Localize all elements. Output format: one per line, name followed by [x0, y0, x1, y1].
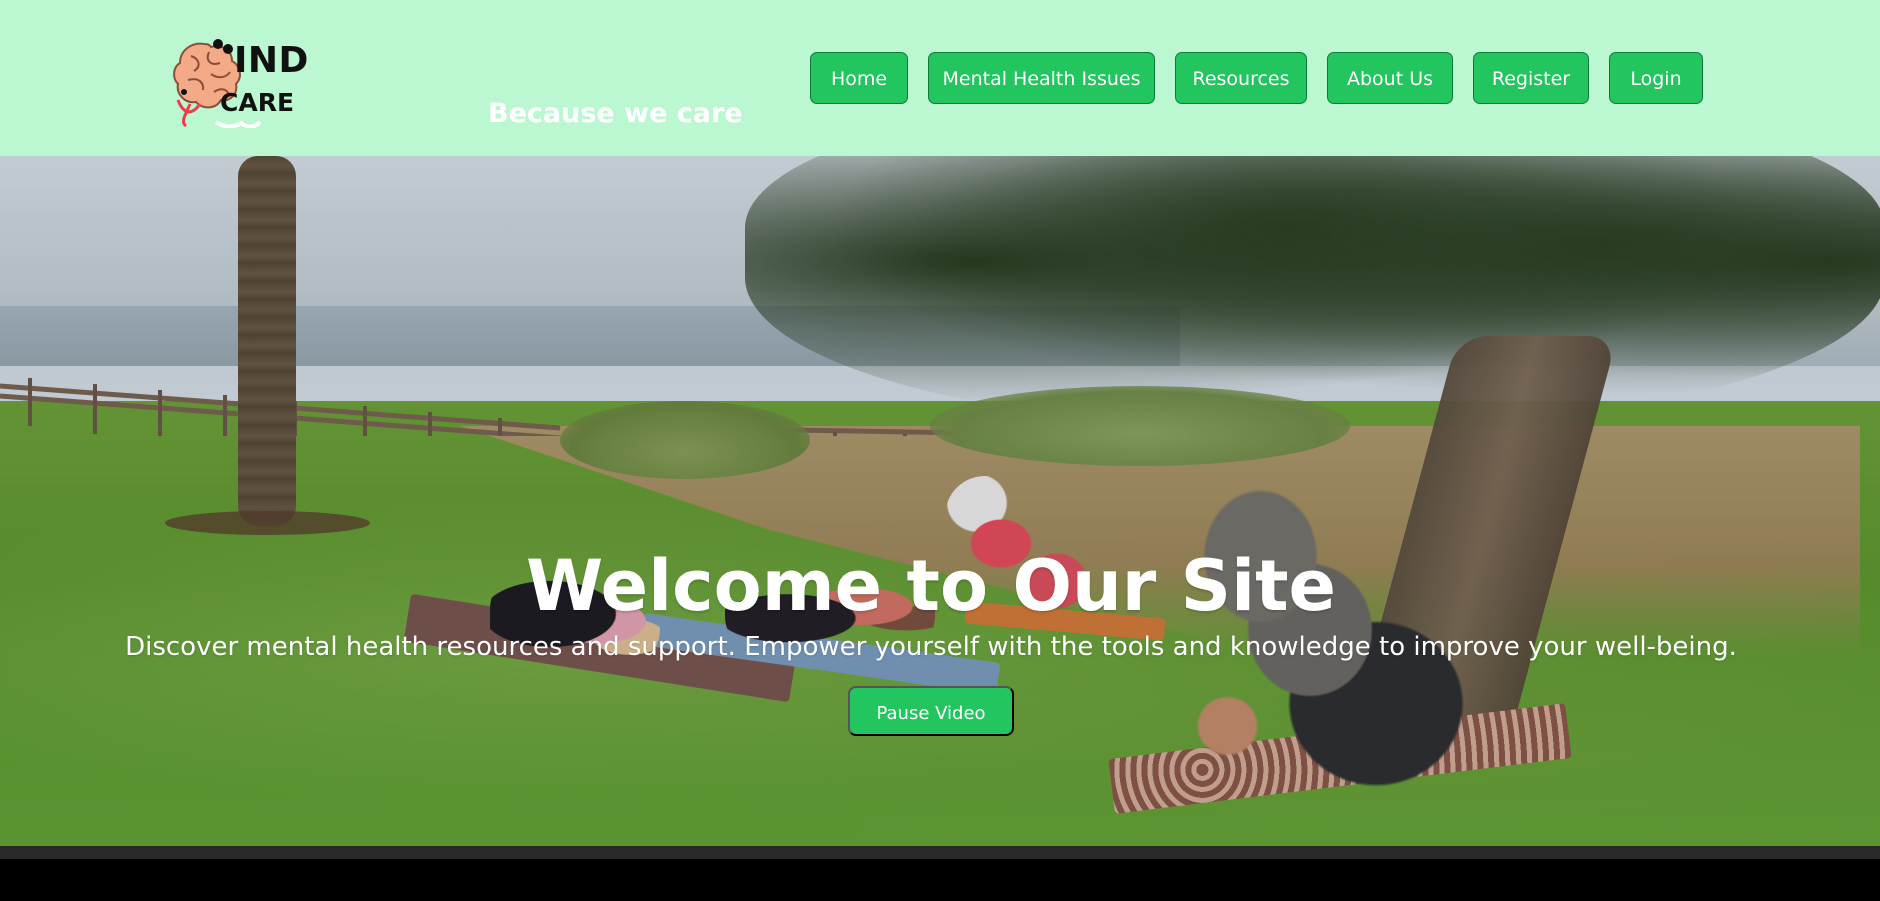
- logo-text-main: IND: [234, 40, 309, 81]
- nav-resources-button[interactable]: Resources: [1175, 52, 1307, 104]
- hero-video-overlay: [0, 156, 1880, 846]
- hero-subtitle: Discover mental health resources and sup…: [125, 632, 1737, 662]
- video-bottom-strip: [0, 846, 1880, 859]
- page-bottom-area: [0, 859, 1880, 901]
- site-header: IND CARE Because we care Home Mental Hea…: [0, 0, 1880, 156]
- logo-text-sub: CARE: [220, 88, 295, 117]
- page: IND CARE Because we care Home Mental Hea…: [0, 0, 1880, 901]
- hero-video-section: Welcome to Our Site Discover mental heal…: [0, 156, 1880, 846]
- tagline: Because we care: [488, 98, 743, 129]
- brand[interactable]: IND CARE Because we care: [166, 32, 743, 128]
- nav-login-button[interactable]: Login: [1609, 52, 1703, 104]
- nav-about-us-button[interactable]: About Us: [1327, 52, 1453, 104]
- hero-title: Welcome to Our Site: [525, 544, 1337, 627]
- pause-video-button[interactable]: Pause Video: [848, 686, 1014, 736]
- nav-register-button[interactable]: Register: [1473, 52, 1589, 104]
- nav-home-button[interactable]: Home: [810, 52, 908, 104]
- nav-mental-health-issues-button[interactable]: Mental Health Issues: [928, 52, 1155, 104]
